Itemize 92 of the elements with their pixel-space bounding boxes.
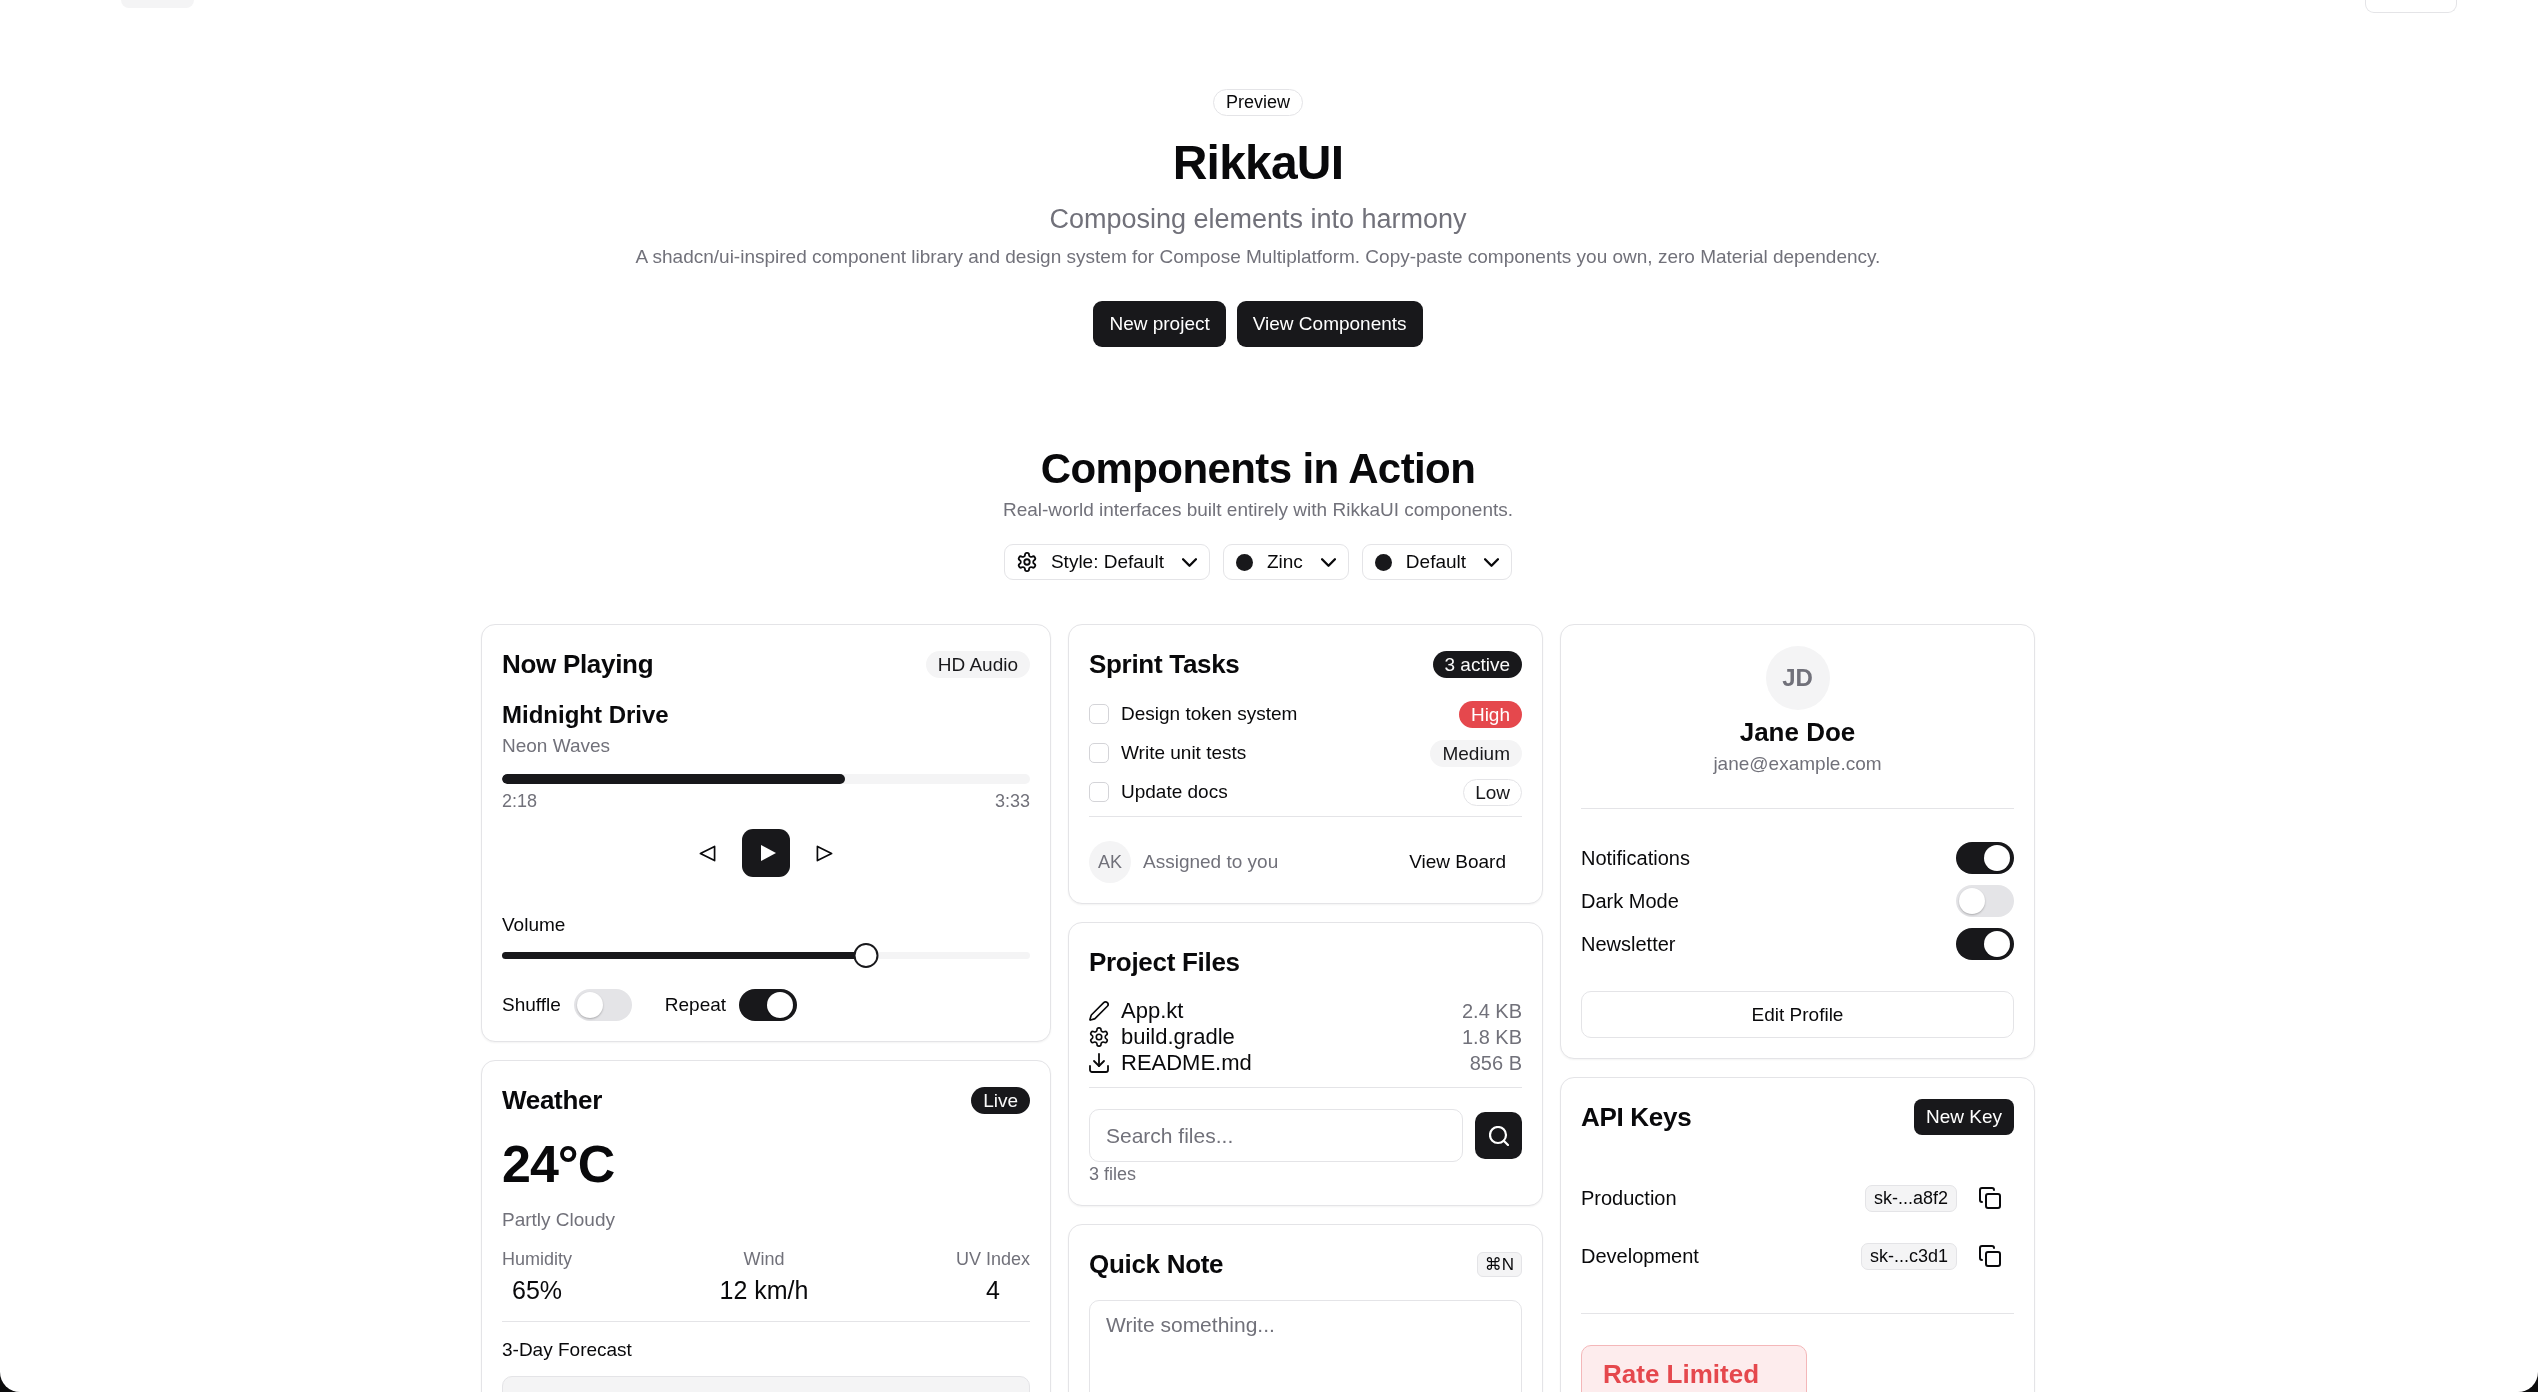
live-badge: Live xyxy=(971,1086,1030,1114)
search-icon xyxy=(1488,1125,1509,1146)
hero-subtitle: Composing elements into harmony xyxy=(1049,203,1467,235)
cta-button[interactable]: New project xyxy=(1093,301,1226,347)
key-chip: sk-...a8f2 xyxy=(1864,1184,1957,1212)
chevron-down-icon xyxy=(1181,557,1197,567)
audio-badge: HD Audio xyxy=(925,650,1030,678)
profile-name: Jane Doe xyxy=(1739,716,1856,748)
card-title: API Keys xyxy=(1581,1101,1692,1134)
copy-icon[interactable] xyxy=(1979,1187,2001,1209)
triangle-left-icon[interactable] xyxy=(699,844,716,862)
key-name: Development xyxy=(1581,1244,1700,1268)
edit-profile-button[interactable]: Edit Profile xyxy=(1581,991,2014,1038)
note-field[interactable]: Write something... xyxy=(1089,1300,1522,1392)
triangle-right-icon[interactable] xyxy=(816,844,833,862)
shortcut-key: ⌘N xyxy=(1476,1251,1522,1277)
card-title: Weather xyxy=(502,1084,602,1117)
search-button[interactable] xyxy=(1475,1112,1522,1159)
temperature: 24°C xyxy=(502,1134,616,1194)
volume-label: Volume xyxy=(502,913,567,937)
card-title: Now Playing xyxy=(502,648,654,681)
priority-badge: Low xyxy=(1463,778,1522,806)
card-title: Sprint Tasks xyxy=(1089,648,1240,681)
assignee-text: Assigned to you xyxy=(1143,851,1280,873)
select-dropdown[interactable]: Zinc xyxy=(1222,544,1349,580)
file-name[interactable]: App.kt xyxy=(1121,998,1462,1024)
section-subtitle: Real-world interfaces built entirely with RikkaUI components. xyxy=(1002,498,1513,522)
task-checkbox[interactable] xyxy=(1089,743,1109,763)
elapsed-time: 2:18 xyxy=(502,790,538,812)
file-count: 3 files xyxy=(1089,1163,1138,1185)
setting-label: Newsletter xyxy=(1581,932,1676,956)
section-title: Components in Action xyxy=(1040,444,1476,494)
stat-value: 4 xyxy=(986,1275,1000,1305)
profile-email: jane@example.com xyxy=(1713,752,1882,776)
select-dropdown[interactable]: Default xyxy=(1361,544,1513,580)
hero-title: RikkaUI xyxy=(1172,139,1344,187)
slider-thumb[interactable] xyxy=(853,943,879,968)
task-label: Write unit tests xyxy=(1121,742,1248,764)
key-name: Production xyxy=(1581,1186,1678,1210)
toggle-label: Repeat xyxy=(664,994,727,1016)
copy-icon[interactable] xyxy=(1979,1245,2001,1267)
file-name[interactable]: README.md xyxy=(1121,1050,1470,1076)
task-label: Update docs xyxy=(1121,781,1229,803)
cta-button[interactable]: View Components xyxy=(1236,301,1423,347)
play-button[interactable] xyxy=(742,829,790,877)
toggle-switch[interactable] xyxy=(1956,842,2014,874)
view-board-button[interactable]: View Board xyxy=(1393,842,1522,882)
chevron-down-icon xyxy=(1320,557,1336,567)
card-title: Quick Note xyxy=(1089,1248,1224,1281)
task-checkbox[interactable] xyxy=(1089,782,1109,802)
download-icon xyxy=(1089,1053,1109,1073)
stat-value: 12 km/h xyxy=(719,1275,809,1305)
file-size: 856 B xyxy=(1469,1051,1522,1075)
priority-badge: Medium xyxy=(1430,739,1522,767)
task-label: Design token system xyxy=(1121,703,1299,725)
weather-condition: Partly Cloudy xyxy=(502,1208,616,1232)
toggle-label: Shuffle xyxy=(502,994,561,1016)
key-chip: sk-...c3d1 xyxy=(1860,1242,1957,1270)
toggle-switch[interactable] xyxy=(739,989,798,1021)
profile-avatar: JD xyxy=(1765,646,1830,710)
stat-value: 65% xyxy=(512,1275,563,1305)
stat-label: UV Index xyxy=(955,1248,1030,1270)
stat-label: Humidity xyxy=(502,1248,572,1270)
search-field[interactable]: Search files... xyxy=(1089,1109,1463,1162)
hero-description: A shadcn/ui-inspired component library and design system for Compose Multiplatform. Copy-paste components you own, zero Material dependency. xyxy=(635,245,1881,269)
chevron-down-icon xyxy=(1484,557,1500,567)
track-title: Midnight Drive xyxy=(502,700,670,730)
volume-slider[interactable] xyxy=(502,943,1030,968)
toggle-switch[interactable] xyxy=(1956,928,2014,960)
new-key-button[interactable]: New Key xyxy=(1913,1099,2014,1135)
count-badge: 3 active xyxy=(1432,650,1522,678)
select-dropdown[interactable]: Style: Default xyxy=(1003,544,1210,580)
artist-name: Neon Waves xyxy=(502,734,612,758)
setting-label: Dark Mode xyxy=(1581,889,1679,913)
task-checkbox[interactable] xyxy=(1089,704,1109,724)
gear-icon xyxy=(1089,1027,1109,1047)
play-icon xyxy=(758,844,777,862)
toggle-switch[interactable] xyxy=(1956,885,2014,917)
total-time: 3:33 xyxy=(994,790,1030,812)
file-name[interactable]: build.gradle xyxy=(1121,1024,1462,1050)
user-avatar: AK xyxy=(1089,841,1131,883)
forecast-title: 3-Day Forecast xyxy=(502,1338,633,1362)
alert-title: Rate Limited xyxy=(1603,1360,1760,1388)
file-size: 2.4 KB xyxy=(1461,999,1522,1023)
priority-badge: High xyxy=(1458,700,1522,728)
setting-label: Notifications xyxy=(1581,846,1690,870)
stat-label: Wind xyxy=(743,1248,785,1270)
card-title: Project Files xyxy=(1089,946,1240,979)
gear-icon xyxy=(1016,552,1037,572)
file-size: 1.8 KB xyxy=(1461,1025,1522,1049)
pencil-icon xyxy=(1089,1001,1109,1021)
toggle-switch[interactable] xyxy=(573,989,632,1021)
